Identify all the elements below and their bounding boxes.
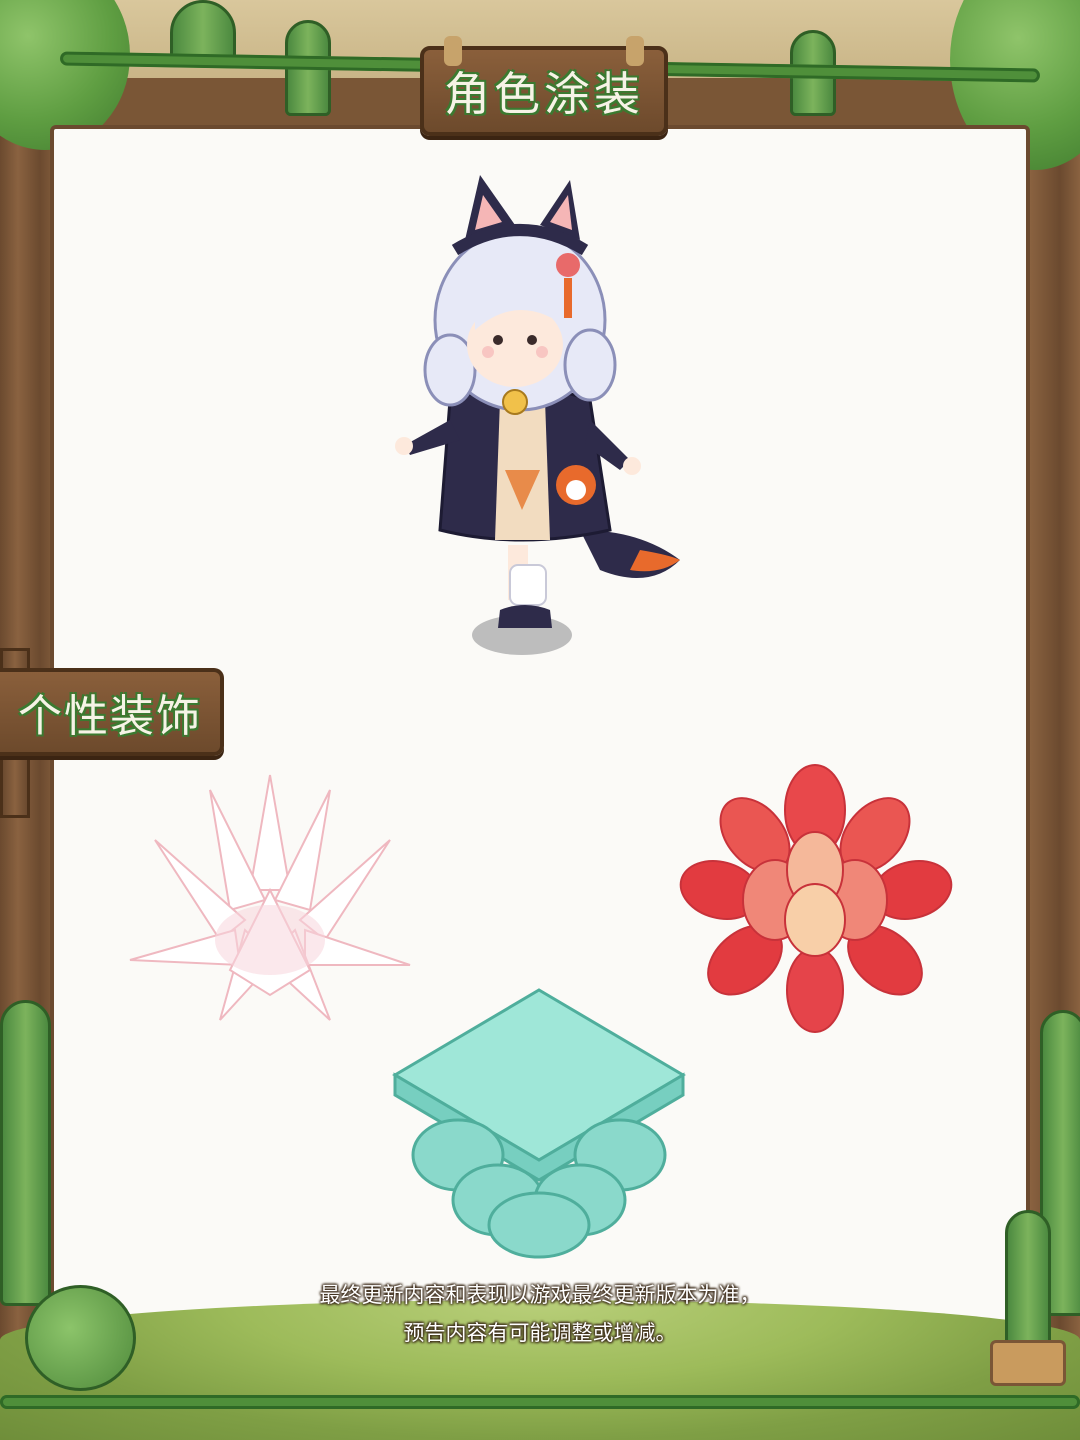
section-title: 个性装饰 [18, 691, 202, 742]
lotus-pedestal-icon [392, 988, 686, 1259]
round-cactus-left [25, 1285, 136, 1391]
section-sign: 个性装饰 [0, 668, 224, 756]
disclaimer-line-1: 最终更新内容和表现以游戏最终更新版本为准， [319, 1283, 761, 1307]
page-title: 角色涂装 [444, 67, 644, 121]
title-sign: 角色涂装 [420, 36, 668, 136]
cactus-left [0, 1000, 51, 1306]
plant-pot [990, 1340, 1066, 1386]
disclaimer-text: 最终更新内容和表现以游戏最终更新版本为准， 预告内容有可能调整或增减。 [200, 1276, 880, 1352]
rope [626, 36, 644, 66]
cactus-small-right [1005, 1210, 1051, 1356]
chibi-character-icon [395, 175, 680, 655]
disclaimer-line-2: 预告内容有可能调整或增减。 [403, 1321, 677, 1345]
white-agave-icon [129, 774, 411, 1021]
vine-bottom [0, 1395, 1080, 1409]
rope [444, 36, 462, 66]
red-succulent-icon [679, 764, 953, 1033]
